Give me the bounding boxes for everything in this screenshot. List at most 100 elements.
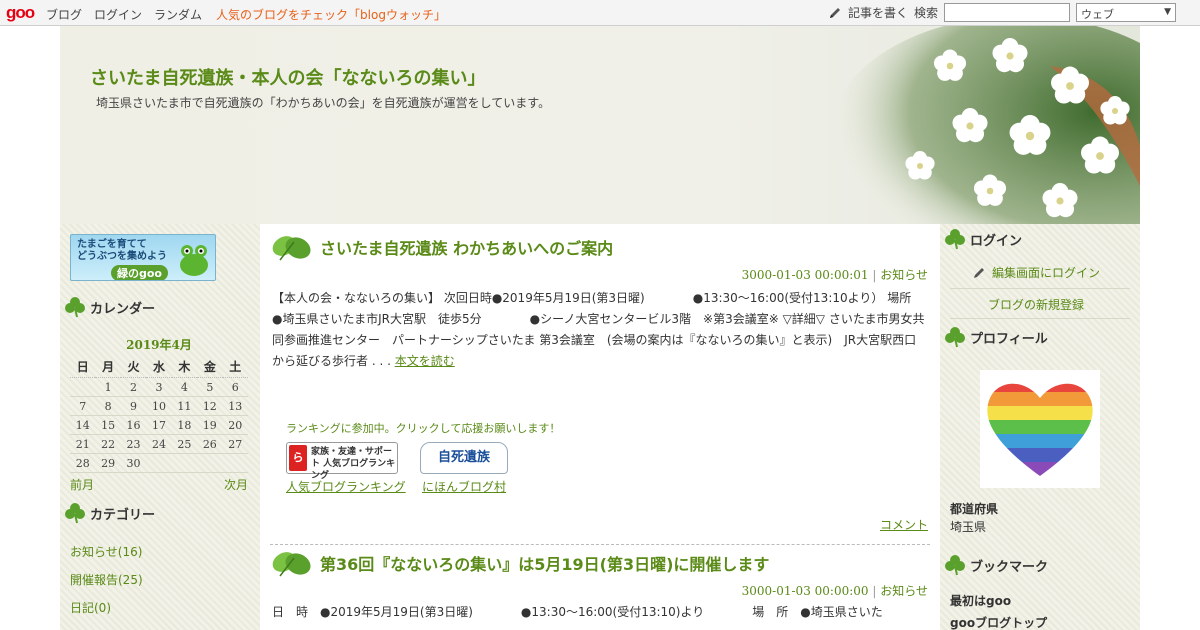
weekday-header: 水 — [146, 356, 172, 378]
calendar-day: 24 — [146, 434, 172, 454]
blogmura-link[interactable]: にほんブログ村 — [422, 478, 506, 495]
calendar-day: 30 — [120, 453, 147, 473]
banner-line-2: どうぶつを集めよう — [77, 251, 167, 262]
calendar-day: 25 — [171, 434, 198, 454]
new-blog-link[interactable]: ブログの新規登録 — [988, 296, 1084, 313]
weekday-header: 木 — [171, 356, 198, 378]
pref-key: 都道府県 — [950, 502, 999, 516]
top-bar: goo ブログ ログイン ランダム 人気のブログをチェック「blogウォッチ」 … — [0, 0, 1200, 26]
calendar-day — [222, 453, 248, 473]
blogmura-badge[interactable]: 自死遺族 — [420, 442, 508, 474]
post-category-link[interactable]: お知らせ — [880, 584, 928, 598]
weekday-header: 月 — [95, 356, 121, 378]
blog-ranking-badge[interactable]: ら 家族・友達・サポート 人気ブログランキング — [286, 442, 398, 481]
nav-promo-link[interactable]: 人気のブログをチェック「blogウォッチ」 — [216, 6, 446, 23]
nav-login[interactable]: ログイン — [94, 6, 142, 23]
post-meta-1: 3000-01-03 00:00:01 | お知らせ — [741, 268, 928, 282]
goo-logo[interactable]: goo — [6, 3, 35, 23]
clover-icon — [65, 297, 85, 318]
calendar-day: 14 — [70, 415, 96, 435]
calendar-day — [70, 377, 96, 397]
main-content: さいたま自死遺族 わかちあいへのご案内 3000-01-03 00:00:01 … — [260, 224, 940, 630]
write-article-link[interactable]: 記事を書く — [848, 4, 908, 21]
rainbow-heart-icon — [987, 383, 1093, 477]
calendar-day: 1 — [95, 377, 121, 397]
bookmark-item[interactable]: gooブログトップ — [950, 612, 1047, 630]
calendar-day: 8 — [95, 396, 121, 416]
ranking-note: ランキングに参加中。クリックして応援お願いします！ — [286, 422, 561, 435]
post-meta-2: 3000-01-03 00:00:00 | お知らせ — [741, 584, 928, 598]
calendar-week: 123456 — [70, 377, 248, 397]
post-title-1: さいたま自死遺族 わかちあいへのご案内 — [270, 230, 613, 264]
prev-month-link[interactable]: 前月 — [70, 476, 94, 493]
read-more-link[interactable]: 本文を読む — [395, 354, 455, 368]
leaf-icon — [272, 236, 311, 261]
header-flower-image — [830, 26, 1140, 224]
pencil-icon — [829, 7, 840, 18]
nav-blog[interactable]: ブログ — [46, 6, 82, 23]
search-scope-value: ウェブ — [1081, 8, 1114, 21]
leaf-icon — [272, 552, 311, 577]
clover-icon — [945, 229, 965, 250]
category-item[interactable]: お知らせ(16) — [70, 538, 143, 566]
search-input[interactable] — [944, 3, 1070, 22]
category-heading: カテゴリー — [64, 502, 155, 524]
right-sidebar: ログイン 編集画面にログイン ブログの新規登録 プロフィール 都道府県 埼玉県 … — [940, 224, 1140, 630]
post-category-link[interactable]: お知らせ — [880, 268, 928, 282]
frog-icon — [180, 245, 208, 276]
calendar-day: 15 — [95, 415, 121, 435]
nav-random[interactable]: ランダム — [154, 6, 202, 23]
next-month-link[interactable]: 次月 — [224, 476, 248, 493]
login-heading: ログイン — [944, 228, 1022, 250]
calendar-day: 11 — [171, 396, 198, 416]
calendar-day — [171, 453, 198, 473]
blog-ranking-link[interactable]: 人気ブログランキング — [286, 478, 406, 495]
post-title-link[interactable]: さいたま自死遺族 わかちあいへのご案内 — [320, 235, 613, 259]
calendar-week: 7 8 9 10 11 12 13 — [70, 396, 248, 416]
login-heading-text: ログイン — [970, 233, 1023, 249]
calendar-heading-text: カレンダー — [90, 301, 156, 317]
category-list: お知らせ(16) 開催報告(25) 日記(0) — [70, 538, 143, 622]
clover-icon — [945, 555, 965, 576]
calendar-week: 21 22 23 24 25 26 27 — [70, 434, 248, 454]
post-title-link[interactable]: 第36回『なないろの集い』は5月19日(第3日曜)に開催します — [320, 551, 769, 575]
calendar-month[interactable]: 2019年4月 — [70, 336, 248, 353]
comment-link[interactable]: コメント — [880, 516, 928, 533]
top-nav: ブログ ログイン ランダム 人気のブログをチェック「blogウォッチ」 — [46, 6, 446, 23]
calendar-day: 9 — [120, 396, 147, 416]
calendar-day: 5 — [197, 377, 223, 397]
post-date-link[interactable]: 3000-01-03 00:00:01 — [742, 268, 869, 282]
search-scope-select[interactable]: ウェブ ▼ — [1076, 3, 1176, 22]
midori-goo-banner[interactable]: たまごを育てて どうぶつを集めよう 緑のgoo — [70, 234, 216, 281]
chevron-down-icon: ▼ — [1164, 7, 1171, 17]
profile-heading: プロフィール — [944, 326, 1048, 348]
calendar-day — [197, 453, 223, 473]
weekday-header: 日 — [70, 356, 96, 378]
ranking-badge-text: 家族・友達・サポート 人気ブログランキング — [311, 447, 396, 481]
calendar-day: 17 — [146, 415, 172, 435]
pref-value: 埼玉県 — [950, 520, 987, 534]
blog-title[interactable]: さいたま自死遺族・本人の会「なないろの集い」 — [90, 64, 485, 90]
divider — [950, 288, 1130, 289]
calendar-day — [146, 453, 172, 473]
category-item[interactable]: 日記(0) — [70, 594, 143, 622]
category-item[interactable]: 開催報告(25) — [70, 566, 143, 594]
blog-page: さいたま自死遺族・本人の会「なないろの集い」 埼玉県さいたま市で自死遺族の「わか… — [60, 26, 1140, 630]
weekday-header: 金 — [197, 356, 223, 378]
edit-login-link[interactable]: 編集画面にログイン — [972, 264, 1100, 281]
calendar-day: 28 — [70, 453, 96, 473]
post-date-link[interactable]: 3000-01-03 00:00:00 — [742, 584, 869, 598]
calendar-day: 19 — [197, 415, 223, 435]
clover-icon — [65, 503, 85, 524]
calendar-day: 18 — [171, 415, 198, 435]
ranking-logo-icon: ら — [289, 445, 307, 471]
profile-heading-text: プロフィール — [970, 331, 1048, 347]
left-sidebar: たまごを育てて どうぶつを集めよう 緑のgoo カレンダー 2019年4月 日月… — [60, 224, 260, 630]
post-excerpt: 日 時 ●2019年5月19日(第3日曜) ●13:30～16:00(受付13:… — [272, 605, 883, 619]
calendar-day: 6 — [222, 377, 248, 397]
profile-image[interactable] — [980, 370, 1100, 488]
calendar: 2019年4月 日月火水木金土 1 2 3 4 5 6 7 8 9 10 11 12 13 14 15 16 1… — [70, 336, 248, 493]
calendar-table: 日月火水木金土 1 2 3 4 5 6 7 8 9 10 11 12 13 14 15 16 17 18 19 20 2… — [70, 356, 248, 473]
calendar-day: 12 — [197, 396, 223, 416]
bookmark-item[interactable]: 最初はgoo — [950, 590, 1047, 612]
